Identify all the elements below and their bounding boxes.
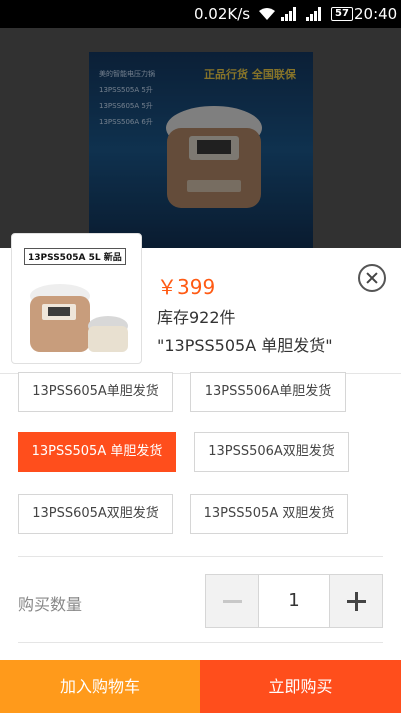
close-icon[interactable] [358, 264, 386, 292]
selected-variant: "13PSS505A 单胆发货" [157, 336, 333, 355]
product-price: ￥399 [157, 275, 216, 299]
action-bar: 加入购物车 立即购买 [0, 660, 401, 713]
dim-overlay[interactable] [0, 28, 401, 248]
wifi-icon [259, 8, 275, 20]
clock: 20:40 [354, 5, 398, 23]
product-thumbnail: 13PSS505A 5L 新品 [11, 233, 142, 364]
plus-icon[interactable] [329, 575, 382, 627]
add-to-cart-button[interactable]: 加入购物车 [0, 660, 200, 713]
thumbnail-label: 13PSS505A 5L 新品 [24, 248, 126, 265]
rice-cooker-thumbnail-image [30, 284, 128, 352]
option-13pss506a-double[interactable]: 13PSS506A双胆发货 [194, 432, 349, 472]
battery-icon: 57 [331, 7, 353, 21]
option-13pss505a-double[interactable]: 13PSS505A 双胆发货 [190, 494, 348, 534]
battery-level: 57 [335, 8, 349, 19]
network-speed: 0.02K/s [194, 5, 251, 23]
quantity-stepper: 1 [205, 574, 383, 628]
option-13pss506a-single[interactable]: 13PSS506A单胆发货 [190, 372, 346, 412]
signal-icon [281, 7, 296, 21]
stock-count: 库存922件 [157, 308, 236, 327]
status-bar: 0.02K/s 57 20:40 [0, 0, 401, 28]
option-13pss505a-single[interactable]: 13PSS505A 单胆发货 [18, 432, 176, 472]
option-13pss605a-single[interactable]: 13PSS605A单胆发货 [18, 372, 173, 412]
quantity-value[interactable]: 1 [259, 575, 329, 627]
quantity-label: 购买数量 [18, 595, 83, 614]
minus-icon[interactable] [206, 575, 259, 627]
divider [18, 556, 383, 557]
option-13pss605a-double[interactable]: 13PSS605A双胆发货 [18, 494, 173, 534]
buy-now-button[interactable]: 立即购买 [200, 660, 401, 713]
signal-icon [306, 7, 321, 21]
divider [18, 642, 383, 643]
